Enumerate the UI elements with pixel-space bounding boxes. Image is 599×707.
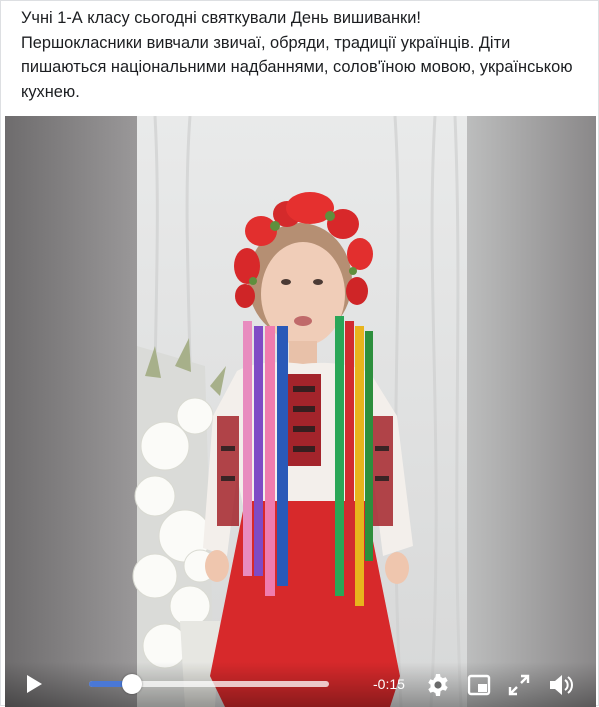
settings-button[interactable] <box>426 673 450 697</box>
play-button[interactable] <box>23 673 45 695</box>
video-frame <box>5 116 596 707</box>
video-player[interactable]: -0:15 <box>5 116 596 707</box>
play-icon <box>27 675 42 693</box>
picture-in-picture-icon <box>467 674 491 696</box>
post-text: Учні 1-А класу сьогодні святкували День … <box>21 9 573 101</box>
volume-icon <box>550 675 573 695</box>
progress-handle[interactable] <box>122 674 143 694</box>
time-remaining: -0:15 <box>373 676 405 692</box>
expand-icon <box>508 674 530 696</box>
fullscreen-button[interactable] <box>507 673 531 697</box>
progress-scrubber[interactable] <box>89 674 329 694</box>
pip-button[interactable] <box>467 673 491 697</box>
volume-button[interactable] <box>548 673 573 697</box>
video-controls: -0:15 <box>5 662 596 707</box>
feed-post: Учні 1-А класу сьогодні святкували День … <box>0 0 599 707</box>
gear-icon <box>428 674 448 696</box>
